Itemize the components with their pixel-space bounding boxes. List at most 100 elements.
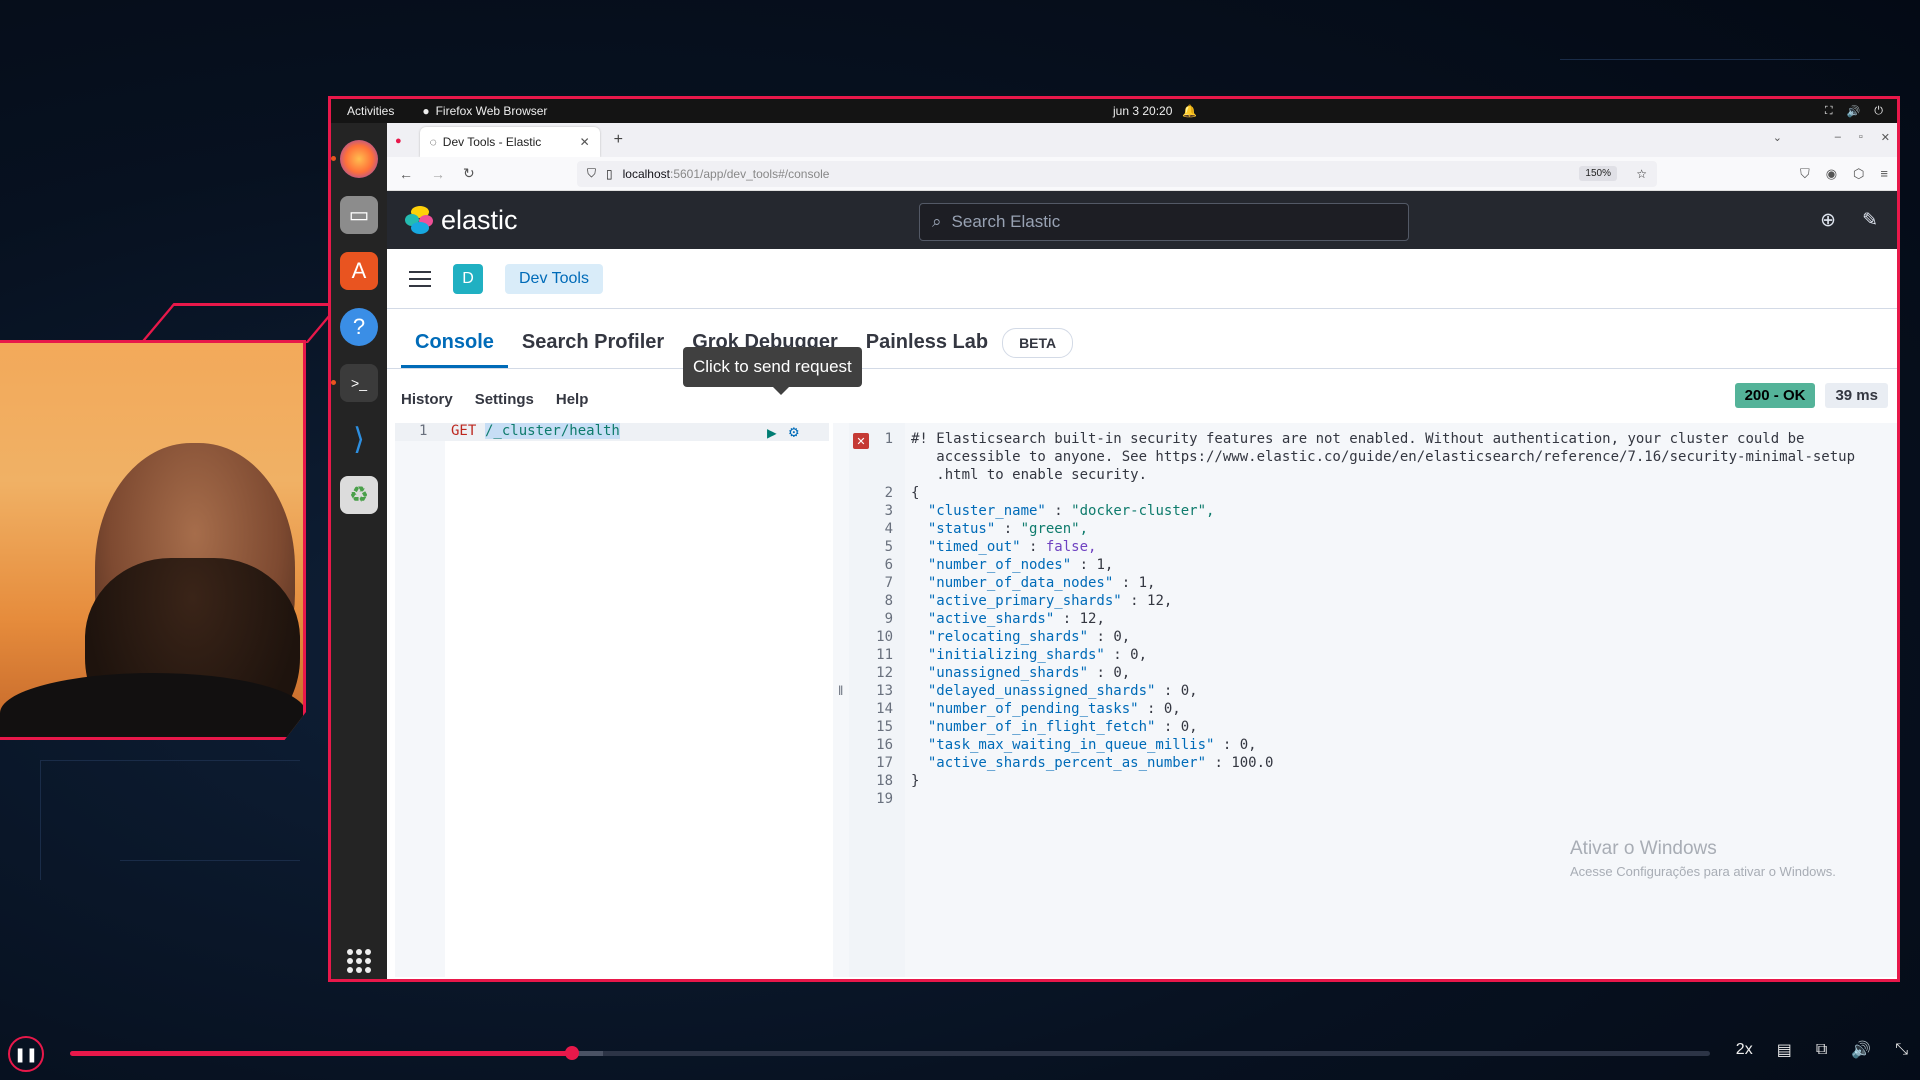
line-number: 2	[884, 485, 893, 501]
response-text: "cluster_name" : "docker-cluster",	[927, 503, 1215, 519]
global-search-input[interactable]: ⌕ Search Elastic	[919, 203, 1409, 241]
help-menu-icon[interactable]: ⊕	[1820, 209, 1836, 232]
seek-handle[interactable]	[564, 1046, 579, 1060]
firefox-small-icon: ●	[422, 104, 430, 118]
browser-tab[interactable]: ◌ Dev Tools - Elastic ✕	[419, 127, 600, 157]
response-text: "task_max_waiting_in_queue_millis" : 0,	[927, 737, 1257, 753]
history-link[interactable]: History	[401, 391, 453, 408]
seek-bar[interactable]	[70, 1046, 1710, 1060]
pane-resizer[interactable]: ‖	[833, 423, 849, 977]
line-number: 5	[884, 539, 893, 555]
console-panel: History Settings Help 200 - OK 39 ms 1 G…	[387, 369, 1897, 977]
response-line: .html to enable security.	[849, 467, 1897, 485]
response-text: "number_of_pending_tasks" : 0,	[927, 701, 1181, 717]
tab-title: Dev Tools - Elastic	[442, 135, 542, 149]
tab-painless-lab[interactable]: Painless Lab	[852, 331, 1002, 368]
pip-icon[interactable]: ⧉	[1816, 1041, 1827, 1059]
response-output[interactable]: ✕ 1 #! Elasticsearch built-in security fe…	[849, 423, 1897, 977]
response-line: 15 "number_of_in_flight_fetch" : 0,	[849, 719, 1897, 737]
app-name: Firefox Web Browser	[435, 104, 548, 118]
menu-icon[interactable]: ≡	[1880, 166, 1888, 182]
files-icon[interactable]: ▭	[340, 196, 378, 234]
pocket-icon[interactable]: ⛉	[1800, 166, 1810, 182]
line-number: 14	[876, 701, 893, 717]
circuit-line	[1560, 0, 1860, 60]
send-request-tooltip: Click to send request	[683, 347, 862, 395]
software-store-icon[interactable]: A	[340, 252, 378, 290]
resize-handle-icon[interactable]: ‖	[838, 683, 843, 698]
space-avatar[interactable]: D	[453, 263, 483, 294]
nav-bar: ← → ↻ ⛉ ▯ localhost:5601/app/dev_tools#/…	[387, 157, 1897, 191]
line-number: 16	[876, 737, 893, 753]
header-icons: ⊕ ✎	[1820, 209, 1878, 232]
response-text: "active_primary_shards" : 12,	[927, 593, 1173, 609]
close-tab-icon[interactable]: ✕	[580, 135, 590, 149]
line-number: 9	[884, 611, 893, 627]
breadcrumb[interactable]: Dev Tools	[505, 263, 603, 294]
clock-text: jun 3 20:20	[1113, 104, 1173, 118]
tab-console[interactable]: Console	[401, 331, 508, 368]
settings-link[interactable]: Settings	[475, 391, 534, 408]
activities-button[interactable]: Activities	[347, 104, 394, 118]
line-number: 8	[884, 593, 893, 609]
response-text: "delayed_unassigned_shards" : 0,	[927, 683, 1198, 699]
breadcrumb-bar: D Dev Tools	[387, 249, 1897, 309]
account-icon[interactable]: ◉	[1826, 166, 1837, 182]
help-link[interactable]: Help	[556, 391, 589, 408]
response-text: accessible to anyone. See https://www.el…	[911, 449, 1856, 465]
volume-button-icon[interactable]: 🔊	[1851, 1040, 1871, 1060]
back-button[interactable]: ←	[399, 166, 413, 182]
response-text: "number_of_data_nodes" : 1,	[927, 575, 1156, 591]
line-number: 12	[876, 665, 893, 681]
clock[interactable]: jun 3 20:20 🔔	[1113, 104, 1197, 118]
extensions-icon[interactable]: ⬡	[1853, 166, 1864, 182]
play-icon[interactable]: ▶	[767, 423, 777, 442]
maximize-button[interactable]: ▫	[1859, 131, 1863, 144]
trash-icon[interactable]: ♻	[340, 476, 378, 514]
response-text: #! Elasticsearch built-in security featu…	[911, 431, 1805, 447]
app-menu[interactable]: ● Firefox Web Browser	[422, 104, 547, 118]
zoom-level[interactable]: 150%	[1579, 166, 1617, 181]
minimize-button[interactable]: –	[1835, 131, 1841, 144]
new-tab-button[interactable]: +	[614, 131, 623, 149]
firefox-icon[interactable]	[331, 140, 378, 178]
tab-search-profiler[interactable]: Search Profiler	[508, 331, 678, 368]
firefox-view-icon[interactable]: ●	[395, 135, 402, 147]
forward-button[interactable]: →	[431, 166, 445, 182]
close-window-button[interactable]: ✕	[1881, 131, 1890, 144]
news-feed-icon[interactable]: ✎	[1862, 209, 1878, 232]
line-number: 6	[884, 557, 893, 573]
speed-button[interactable]: 2x	[1736, 1041, 1753, 1059]
response-line: 18}	[849, 773, 1897, 791]
response-line: 16 "task_max_waiting_in_queue_millis" : …	[849, 737, 1897, 755]
url-bar[interactable]: ⛉ ▯ localhost:5601/app/dev_tools#/consol…	[577, 160, 1657, 187]
response-text: "status" : "green",	[927, 521, 1089, 537]
bookmark-star-icon[interactable]: ☆	[1636, 167, 1647, 181]
console-menu: History Settings Help	[401, 391, 588, 408]
devtools-tabs: Console Search Profiler Grok Debugger Pa…	[387, 309, 1897, 395]
request-editor[interactable]: 1 GET /_cluster/health ▶ ⚙	[395, 422, 829, 977]
show-apps-icon[interactable]	[347, 949, 371, 973]
response-line: 13 "delayed_unassigned_shards" : 0,	[849, 683, 1897, 701]
terminal-icon[interactable]: >_	[331, 364, 378, 402]
elastic-logo[interactable]: elastic	[405, 205, 518, 236]
vscode-icon[interactable]: ⟩	[340, 420, 378, 458]
wrench-icon[interactable]: ⚙	[789, 422, 799, 441]
response-text: "relocating_shards" : 0,	[927, 629, 1131, 645]
pause-button[interactable]: ❚❚	[8, 1036, 44, 1072]
list-tabs-icon[interactable]: ⌄	[1773, 131, 1782, 144]
response-line: 17 "active_shards_percent_as_number" : 1…	[849, 755, 1897, 773]
help-icon[interactable]: ?	[340, 308, 378, 346]
captions-icon[interactable]: ▤	[1777, 1040, 1792, 1060]
exit-fullscreen-icon[interactable]: ⤡	[1895, 1041, 1908, 1059]
system-tray[interactable]: ⛶ 🔊 ⏻	[1825, 105, 1883, 118]
request-line[interactable]: 1 GET /_cluster/health ▶ ⚙	[395, 422, 829, 442]
line-number: 18	[876, 773, 893, 789]
line-number: 15	[876, 719, 893, 735]
line-number: 19	[876, 791, 893, 807]
hamburger-menu-icon[interactable]	[409, 270, 431, 287]
ubuntu-desktop: Activities ● Firefox Web Browser jun 3 2…	[328, 96, 1900, 982]
reload-button[interactable]: ↻	[463, 165, 475, 182]
line-number: 10	[876, 629, 893, 645]
response-line: 1 #! Elasticsearch built-in security feat…	[849, 431, 1897, 449]
